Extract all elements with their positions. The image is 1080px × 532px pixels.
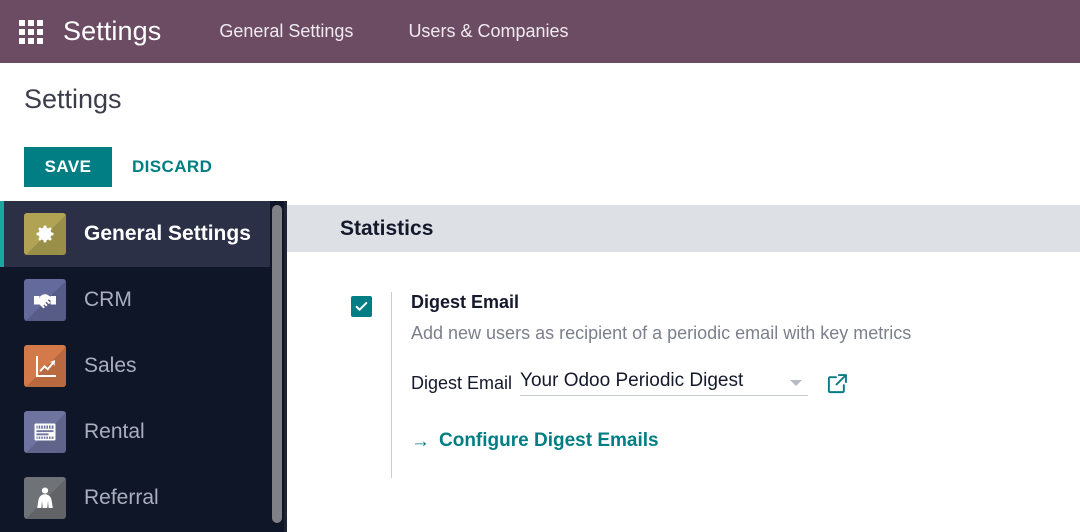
control-panel: Settings SAVE DISCARD: [0, 63, 1080, 201]
digest-email-field-row: Digest Email Your Odoo Periodic Digest: [411, 370, 1071, 396]
menu-users-and-companies[interactable]: Users & Companies: [408, 21, 568, 42]
grid-cell: [28, 19, 34, 26]
apps-grid-icon[interactable]: [19, 19, 43, 44]
settings-sidebar: General Settings CRM Sales Rental Referr…: [0, 201, 284, 532]
sidebar-scrollbar-track[interactable]: [270, 201, 284, 532]
app-brand-name[interactable]: Settings: [63, 16, 161, 47]
grid-cell: [19, 37, 25, 44]
sidebar-item-label: Rental: [84, 420, 145, 443]
sidebar-item-label: CRM: [84, 288, 132, 311]
configure-digest-emails-link[interactable]: → Configure Digest Emails: [411, 430, 659, 452]
section-title: Statistics: [340, 216, 434, 240]
external-link-icon[interactable]: [826, 372, 849, 395]
chevron-down-icon[interactable]: [790, 380, 803, 386]
digest-email-setting-body: Digest Email Add new users as recipient …: [411, 288, 1071, 452]
sidebar-item-sales[interactable]: Sales: [0, 333, 284, 399]
digest-email-description: Add new users as recipient of a periodic…: [411, 323, 912, 343]
configure-digest-emails-label: Configure Digest Emails: [439, 430, 659, 451]
sidebar-item-crm[interactable]: CRM: [0, 267, 284, 333]
gear-icon: [24, 213, 66, 255]
sidebar-scrollbar-thumb[interactable]: [272, 205, 282, 523]
handshake-icon: [24, 279, 66, 321]
grid-cell: [28, 37, 34, 44]
referral-cape-icon: [24, 477, 66, 519]
sidebar-item-general-settings[interactable]: General Settings: [0, 201, 284, 267]
sidebar-item-label: General Settings: [84, 222, 251, 245]
top-navbar: Settings General Settings Users & Compan…: [0, 0, 1080, 63]
save-button[interactable]: SAVE: [24, 147, 112, 187]
grid-cell: [19, 19, 25, 26]
sidebar-item-referral[interactable]: Referral: [0, 465, 284, 531]
check-icon: [355, 301, 368, 311]
menu-general-settings[interactable]: General Settings: [219, 21, 353, 42]
grid-cell: [37, 19, 43, 26]
grid-cell: [37, 28, 43, 35]
digest-email-checkbox[interactable]: [351, 296, 372, 317]
sidebar-item-label: Referral: [84, 486, 159, 509]
digest-email-select[interactable]: Your Odoo Periodic Digest: [520, 370, 809, 396]
sales-chart-icon: [24, 345, 66, 387]
discard-button[interactable]: DISCARD: [132, 147, 212, 187]
digest-email-select-value: Your Odoo Periodic Digest: [520, 370, 744, 391]
digest-email-field-label: Digest Email: [411, 373, 513, 393]
sidebar-item-label: Sales: [84, 354, 137, 377]
grid-cell: [37, 37, 43, 44]
rental-calendar-icon: [24, 411, 66, 453]
grid-cell: [19, 28, 25, 35]
settings-content-pane: Statistics Digest Email Add new users as…: [284, 201, 1080, 532]
digest-email-title: Digest Email: [411, 292, 520, 312]
sidebar-item-rental[interactable]: Rental: [0, 399, 284, 465]
page-title: Settings: [24, 84, 122, 114]
setting-divider: [391, 292, 392, 478]
statistics-section-header: Statistics: [287, 205, 1080, 252]
grid-cell: [28, 28, 34, 35]
arrow-right-icon: →: [411, 430, 430, 452]
